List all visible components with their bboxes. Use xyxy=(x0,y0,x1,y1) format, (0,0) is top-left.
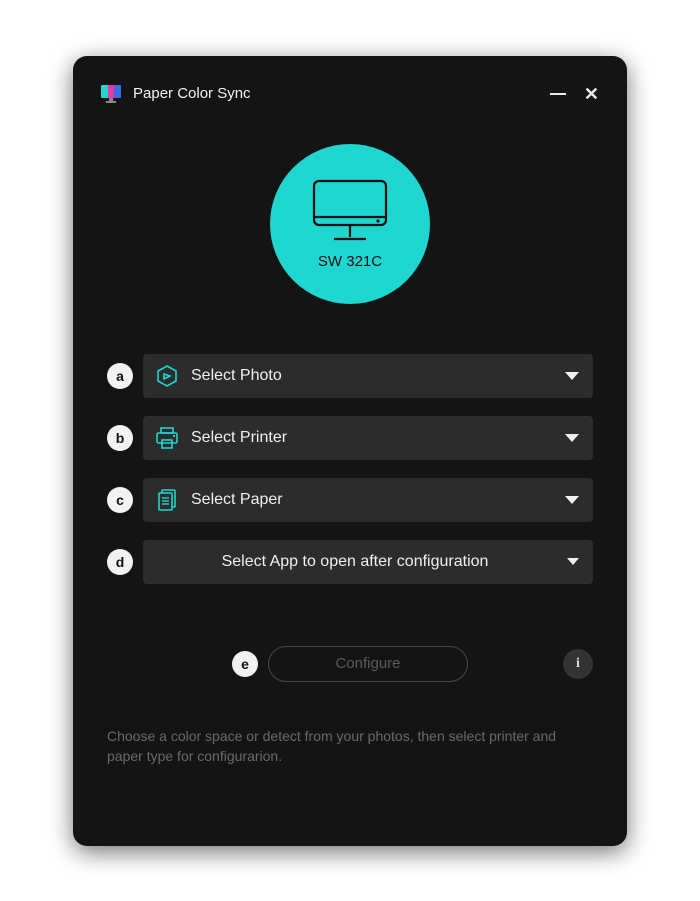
step-select-paper-row: c Select Paper xyxy=(107,478,593,522)
select-photo-label: Select Photo xyxy=(191,367,282,385)
hint-text: Choose a color space or detect from your… xyxy=(101,726,599,767)
app-logo-icon xyxy=(101,85,123,103)
select-printer-label: Select Printer xyxy=(191,429,287,447)
app-window: Paper Color Sync ✕ SW 321C a xyxy=(73,56,627,846)
printer-icon xyxy=(153,424,181,452)
chevron-down-icon xyxy=(565,434,579,442)
photo-icon xyxy=(153,362,181,390)
chevron-down-icon xyxy=(565,372,579,380)
select-photo-dropdown[interactable]: Select Photo xyxy=(143,354,593,398)
titlebar: Paper Color Sync ✕ xyxy=(101,80,599,108)
chevron-down-icon xyxy=(567,558,579,565)
monitor-badge: SW 321C xyxy=(270,144,430,304)
monitor-icon xyxy=(308,177,392,247)
info-button[interactable]: i xyxy=(563,649,593,679)
step-select-app-row: d Select App to open after configuration xyxy=(107,540,593,584)
step-badge-a: a xyxy=(107,363,133,389)
select-paper-dropdown[interactable]: Select Paper xyxy=(143,478,593,522)
step-badge-e: e xyxy=(232,651,258,677)
chevron-down-icon xyxy=(565,496,579,504)
configure-button[interactable]: Configure xyxy=(268,646,468,682)
step-select-printer-row: b Select Printer xyxy=(107,416,593,460)
window-title: Paper Color Sync xyxy=(133,85,251,102)
select-app-label: Select App to open after configuration xyxy=(153,553,557,571)
step-badge-c: c xyxy=(107,487,133,513)
select-paper-label: Select Paper xyxy=(191,491,283,509)
configure-row: e Configure i xyxy=(101,644,599,684)
minimize-button[interactable] xyxy=(550,93,566,95)
select-printer-dropdown[interactable]: Select Printer xyxy=(143,416,593,460)
window-controls: ✕ xyxy=(550,85,599,103)
step-badge-b: b xyxy=(107,425,133,451)
select-app-dropdown[interactable]: Select App to open after configuration xyxy=(143,540,593,584)
close-button[interactable]: ✕ xyxy=(584,85,599,103)
paper-icon xyxy=(153,486,181,514)
step-select-photo-row: a Select Photo xyxy=(107,354,593,398)
steps-list: a Select Photo b xyxy=(101,354,599,584)
step-badge-d: d xyxy=(107,549,133,575)
monitor-model-label: SW 321C xyxy=(318,253,382,270)
